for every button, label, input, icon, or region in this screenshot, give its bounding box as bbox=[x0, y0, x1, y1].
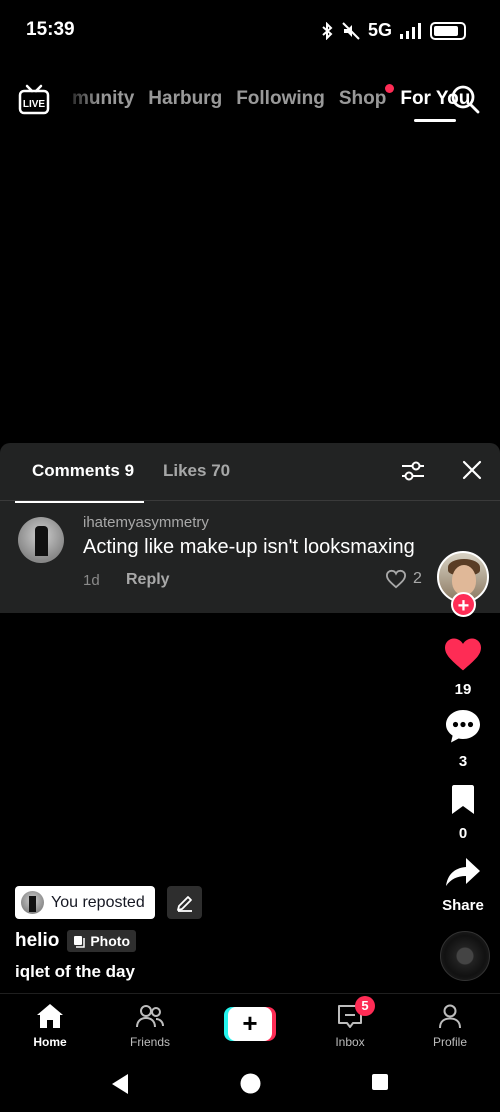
photo-badge: Photo bbox=[67, 930, 136, 952]
photo-icon bbox=[74, 935, 86, 948]
tab-shop[interactable]: Shop bbox=[338, 84, 395, 110]
bookmark-icon bbox=[452, 785, 474, 814]
close-icon[interactable] bbox=[461, 459, 483, 481]
reply-button[interactable]: Reply bbox=[126, 571, 170, 589]
photo-badge-label: Photo bbox=[90, 933, 130, 949]
search-icon[interactable] bbox=[450, 84, 480, 114]
feed-tabs: munity Harburg Following Shop For You bbox=[72, 84, 470, 122]
tab-home[interactable]: Home bbox=[15, 1002, 85, 1049]
reposted-label: You reposted bbox=[51, 893, 145, 911]
comment-item: ihatemyasymmetry Acting like make-up isn… bbox=[0, 501, 500, 611]
home-circle-icon[interactable] bbox=[240, 1073, 261, 1094]
post-caption[interactable]: iqlet of the day bbox=[15, 962, 135, 982]
tab-home-label: Home bbox=[33, 1035, 67, 1049]
share-arrow-icon bbox=[446, 858, 480, 886]
comment-count: 3 bbox=[458, 753, 468, 770]
tab-friends-label: Friends bbox=[129, 1035, 170, 1049]
tab-inbox[interactable]: 5 Inbox bbox=[315, 996, 385, 1049]
svg-text:LIVE: LIVE bbox=[23, 99, 46, 110]
system-nav-bar bbox=[0, 1051, 500, 1112]
share-label: Share bbox=[442, 897, 484, 914]
follow-button[interactable]: + bbox=[451, 592, 476, 617]
top-nav: munity Harburg Following Shop For You LI… bbox=[0, 78, 500, 124]
live-icon[interactable]: LIVE bbox=[18, 83, 50, 115]
like-button[interactable]: 19 bbox=[433, 636, 493, 698]
tab-harburg[interactable]: Harburg bbox=[148, 88, 222, 110]
commenter-avatar[interactable] bbox=[18, 517, 64, 563]
recents-icon[interactable] bbox=[371, 1073, 389, 1091]
comments-panel: Comments 9 Likes 70 ihatemyasymmetry Act… bbox=[0, 443, 500, 613]
heart-outline-icon bbox=[385, 569, 407, 589]
tab-inbox-label: Inbox bbox=[335, 1035, 365, 1049]
author-name[interactable]: helio bbox=[15, 930, 59, 952]
profile-icon bbox=[439, 1004, 461, 1029]
status-bar: 15:39 5G bbox=[0, 0, 500, 62]
tab-comments[interactable]: Comments 9 bbox=[14, 461, 145, 503]
favorite-count: 0 bbox=[458, 825, 468, 842]
share-button[interactable]: Share bbox=[433, 856, 493, 914]
comment-like-count: 2 bbox=[413, 570, 422, 587]
status-time: 15:39 bbox=[26, 19, 75, 40]
comment-icon bbox=[446, 710, 480, 743]
status-icons: 5G bbox=[320, 20, 466, 41]
tab-profile-label: Profile bbox=[432, 1035, 467, 1049]
avatar bbox=[21, 891, 44, 914]
heart-icon bbox=[445, 638, 481, 671]
tab-friends[interactable]: Friends bbox=[115, 1002, 185, 1049]
bottom-tab-bar: Home Friends + 5 Inbox Profile bbox=[0, 993, 500, 1051]
network-label: 5G bbox=[367, 20, 392, 40]
bluetooth-icon bbox=[322, 21, 333, 40]
music-disc[interactable] bbox=[440, 931, 490, 981]
edit-repost-button[interactable] bbox=[167, 886, 202, 919]
tab-shop-label: Shop bbox=[338, 88, 387, 109]
post-author-row: helio Photo bbox=[15, 930, 136, 952]
comment-username[interactable]: ihatemyasymmetry bbox=[83, 514, 209, 531]
battery-icon bbox=[430, 21, 466, 40]
create-button[interactable]: + bbox=[224, 1007, 276, 1041]
comment-button[interactable]: 3 bbox=[433, 708, 493, 770]
tab-profile[interactable]: Profile bbox=[415, 1002, 485, 1049]
comment-like-button[interactable]: 2 bbox=[385, 569, 422, 589]
reposted-chip[interactable]: You reposted bbox=[15, 886, 155, 919]
back-icon[interactable] bbox=[110, 1073, 130, 1095]
like-count: 19 bbox=[454, 681, 472, 698]
comment-time: 1d bbox=[83, 572, 100, 589]
signal-icon bbox=[400, 22, 421, 39]
home-icon bbox=[37, 1004, 63, 1028]
comment-text: Acting like make-up isn't looksmaxing bbox=[83, 536, 415, 558]
favorite-button[interactable]: 0 bbox=[433, 784, 493, 842]
mute-icon bbox=[342, 21, 360, 40]
comments-header: Comments 9 Likes 70 bbox=[0, 443, 500, 503]
filter-icon[interactable] bbox=[400, 458, 426, 484]
pencil-icon bbox=[176, 895, 192, 912]
plus-icon: + bbox=[228, 1007, 272, 1041]
notification-dot bbox=[385, 84, 395, 93]
inbox-badge: 5 bbox=[355, 996, 375, 1016]
friends-icon bbox=[136, 1005, 164, 1028]
tab-following[interactable]: Following bbox=[236, 88, 325, 110]
tab-likes[interactable]: Likes 70 bbox=[163, 461, 230, 481]
